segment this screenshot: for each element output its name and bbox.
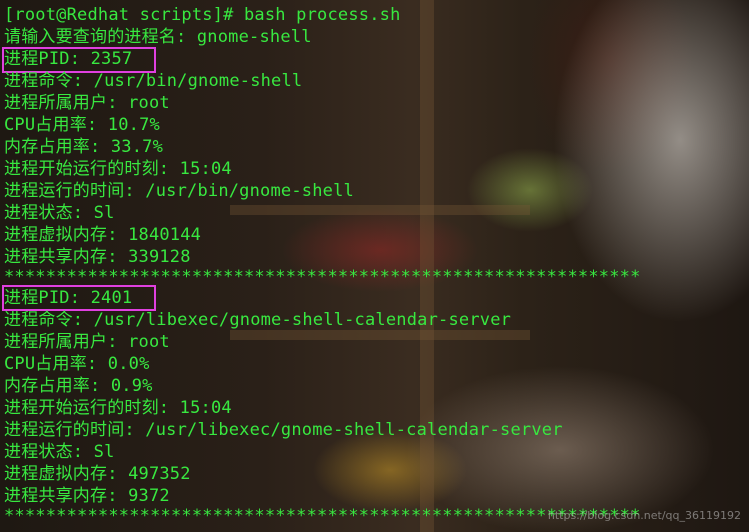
process-2-mem: 内存占用率: 0.9% [4, 376, 153, 396]
watermark-url: https://blog.csdn.net/qq_36119192 [547, 509, 741, 522]
process-1-virtual-memory: 进程虚拟内存: 1840144 [4, 225, 202, 245]
process-1-state: 进程状态: Sl [4, 203, 115, 223]
background-shelf-lower [230, 330, 530, 340]
separator-line-2: ****************************************… [4, 506, 641, 526]
process-2-virtual-memory: 进程虚拟内存: 497352 [4, 464, 191, 484]
process-1-shared-memory: 进程共享内存: 339128 [4, 247, 191, 267]
process-2-pid: 进程PID: 2401 [4, 288, 133, 308]
background-shelf-upper [230, 205, 530, 215]
process-2-cpu: CPU占用率: 0.0% [4, 354, 150, 374]
process-2-state: 进程状态: Sl [4, 442, 115, 462]
process-2-user: 进程所属用户: root [4, 332, 170, 352]
process-1-user: 进程所属用户: root [4, 93, 170, 113]
process-1-start-time: 进程开始运行的时刻: 15:04 [4, 159, 232, 179]
terminal-window[interactable]: [root@Redhat scripts]# bash process.sh 请… [0, 0, 749, 532]
process-2-command: 进程命令: /usr/libexec/gnome-shell-calendar-… [4, 310, 512, 330]
shell-prompt: [root@Redhat scripts]# bash process.sh [4, 5, 401, 25]
process-2-start-time: 进程开始运行的时刻: 15:04 [4, 398, 232, 418]
process-1-runtime: 进程运行的时间: /usr/bin/gnome-shell [4, 181, 354, 201]
process-1-cpu: CPU占用率: 10.7% [4, 115, 160, 135]
process-1-pid: 进程PID: 2357 [4, 49, 133, 69]
process-2-runtime: 进程运行的时间: /usr/libexec/gnome-shell-calend… [4, 420, 563, 440]
input-prompt-line: 请输入要查询的进程名: gnome-shell [4, 27, 312, 47]
process-1-mem: 内存占用率: 33.7% [4, 137, 164, 157]
process-1-command: 进程命令: /usr/bin/gnome-shell [4, 71, 303, 91]
process-2-shared-memory: 进程共享内存: 9372 [4, 486, 170, 506]
